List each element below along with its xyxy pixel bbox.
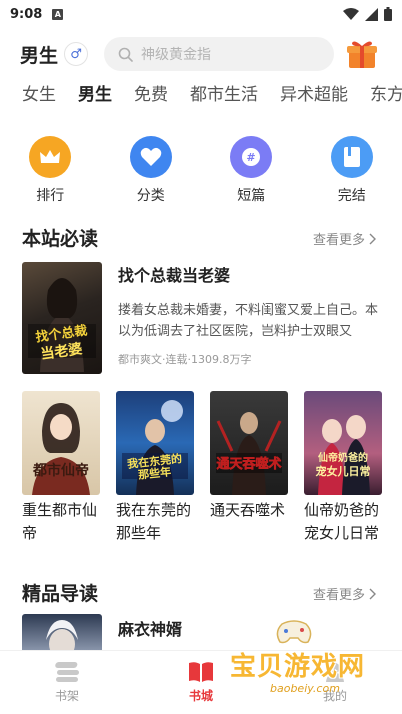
tab-free[interactable]: 免费 (134, 80, 168, 109)
book-title: 重生都市仙帝 (22, 501, 98, 542)
nav-bookshelf[interactable]: 书架 (0, 651, 134, 714)
svg-text:仙帝奶爸的: 仙帝奶爸的 (318, 451, 368, 464)
hash-icon: # (230, 136, 273, 178)
status-time: 9:08 (10, 6, 43, 22)
search-icon (118, 47, 133, 62)
see-more-label: 查看更多 (312, 233, 365, 248)
tab-supernatural[interactable]: 异术超能 (280, 80, 348, 109)
notification-a-icon: A (52, 8, 64, 20)
see-more-button[interactable]: 查看更多 (313, 584, 376, 603)
crown-icon (29, 136, 72, 178)
book-cover: 都市仙帝 (22, 391, 100, 495)
grid-book[interactable]: 都市仙帝 重生都市仙帝 (22, 391, 100, 545)
grid-book[interactable]: 通天吞噬术 通天吞噬术 (210, 391, 288, 545)
book-title: 通天吞噬术 (210, 501, 286, 519)
battery-icon (384, 7, 392, 21)
category-label: 排行 (36, 188, 65, 204)
chevron-right-icon (369, 233, 376, 244)
section-title-premium: 精品导读 (22, 583, 99, 605)
channel-tabs: 女生 男生 免费 都市生活 异术超能 东方 (0, 78, 402, 110)
nav-profile[interactable]: 我的 (268, 651, 402, 714)
svg-text:通天吞噬术: 通天吞噬术 (216, 456, 281, 472)
svg-text:宠女儿日常: 宠女儿日常 (316, 464, 371, 478)
nav-bookstore[interactable]: 书城 (134, 651, 268, 714)
profile-icon (326, 663, 344, 682)
nav-label: 书城 (188, 689, 213, 703)
see-more-button[interactable]: 查看更多 (313, 229, 376, 248)
section-title-must-read: 本站必读 (22, 228, 99, 250)
grid-book[interactable]: 我在东莞的 那些年 我在东莞的那些年 (116, 391, 194, 545)
status-bar: 9:08 A (0, 0, 402, 28)
male-icon[interactable]: ♂ (64, 42, 89, 66)
featured-book[interactable]: 找个总裁 当老婆 找个总裁当老婆 搂着女总裁未婚妻，不料闺蜜又爱上自己。本以为低… (22, 262, 382, 374)
category-label: 短篇 (237, 188, 266, 204)
status-icons (343, 7, 392, 21)
tab-eastern[interactable]: 东方 (370, 80, 402, 109)
gift-icon[interactable] (346, 39, 378, 69)
svg-text:都市仙帝: 都市仙帝 (32, 462, 89, 479)
tab-female[interactable]: 女生 (22, 80, 56, 109)
bookshelf-icon (55, 662, 79, 682)
chevron-right-icon (369, 588, 376, 599)
book-description: 搂着女总裁未婚妻，不料闺蜜又爱上自己。本以为低调去了社区医院，岂料护士双眼又 (118, 303, 379, 339)
category-row: 排行 分类 # 短篇 完结 (0, 136, 402, 205)
book-title: 仙帝奶爸的宠女儿日常 (304, 501, 380, 542)
nav-label: 书架 (54, 689, 79, 703)
book-cover: 找个总裁 当老婆 (22, 262, 102, 374)
search-placeholder: 神级黄金指 (141, 47, 212, 63)
category-finished[interactable]: 完结 (302, 136, 402, 205)
book-meta: 都市爽文·连载·1309.8万字 (118, 353, 252, 366)
header: 男生 ♂ 神级黄金指 (0, 34, 402, 74)
book-grid: 都市仙帝 重生都市仙帝 我在东莞的 那些年 我在东莞的那些年 通天吞噬术 通天吞… (22, 391, 382, 545)
book-cover: 通天吞噬术 (210, 391, 288, 495)
tab-urban-life[interactable]: 都市生活 (190, 80, 258, 109)
grid-book[interactable]: 仙帝奶爸的 宠女儿日常 仙帝奶爸的宠女儿日常 (304, 391, 382, 545)
bookstore-icon (189, 662, 213, 682)
search-input[interactable]: 神级黄金指 (104, 37, 335, 71)
category-ranking[interactable]: 排行 (0, 136, 101, 205)
book-icon (330, 136, 373, 178)
see-more-label: 查看更多 (312, 588, 365, 603)
book-cover: 我在东莞的 那些年 (116, 391, 194, 495)
book-title: 找个总裁当老婆 (118, 266, 231, 285)
bottom-nav: 书架 书城 我的 (0, 650, 402, 714)
wifi-icon (343, 8, 359, 20)
book-title: 我在东莞的那些年 (116, 501, 192, 542)
gender-label[interactable]: 男生 (20, 41, 58, 68)
heart-icon (129, 136, 172, 178)
category-classify[interactable]: 分类 (101, 136, 202, 205)
svg-text:#: # (247, 151, 256, 164)
signal-icon (365, 7, 378, 21)
category-label: 分类 (136, 188, 165, 204)
tab-male[interactable]: 男生 (78, 80, 112, 109)
nav-label: 我的 (322, 689, 347, 703)
category-short[interactable]: # 短篇 (201, 136, 302, 205)
category-label: 完结 (337, 188, 366, 204)
book-cover: 仙帝奶爸的 宠女儿日常 (304, 391, 382, 495)
